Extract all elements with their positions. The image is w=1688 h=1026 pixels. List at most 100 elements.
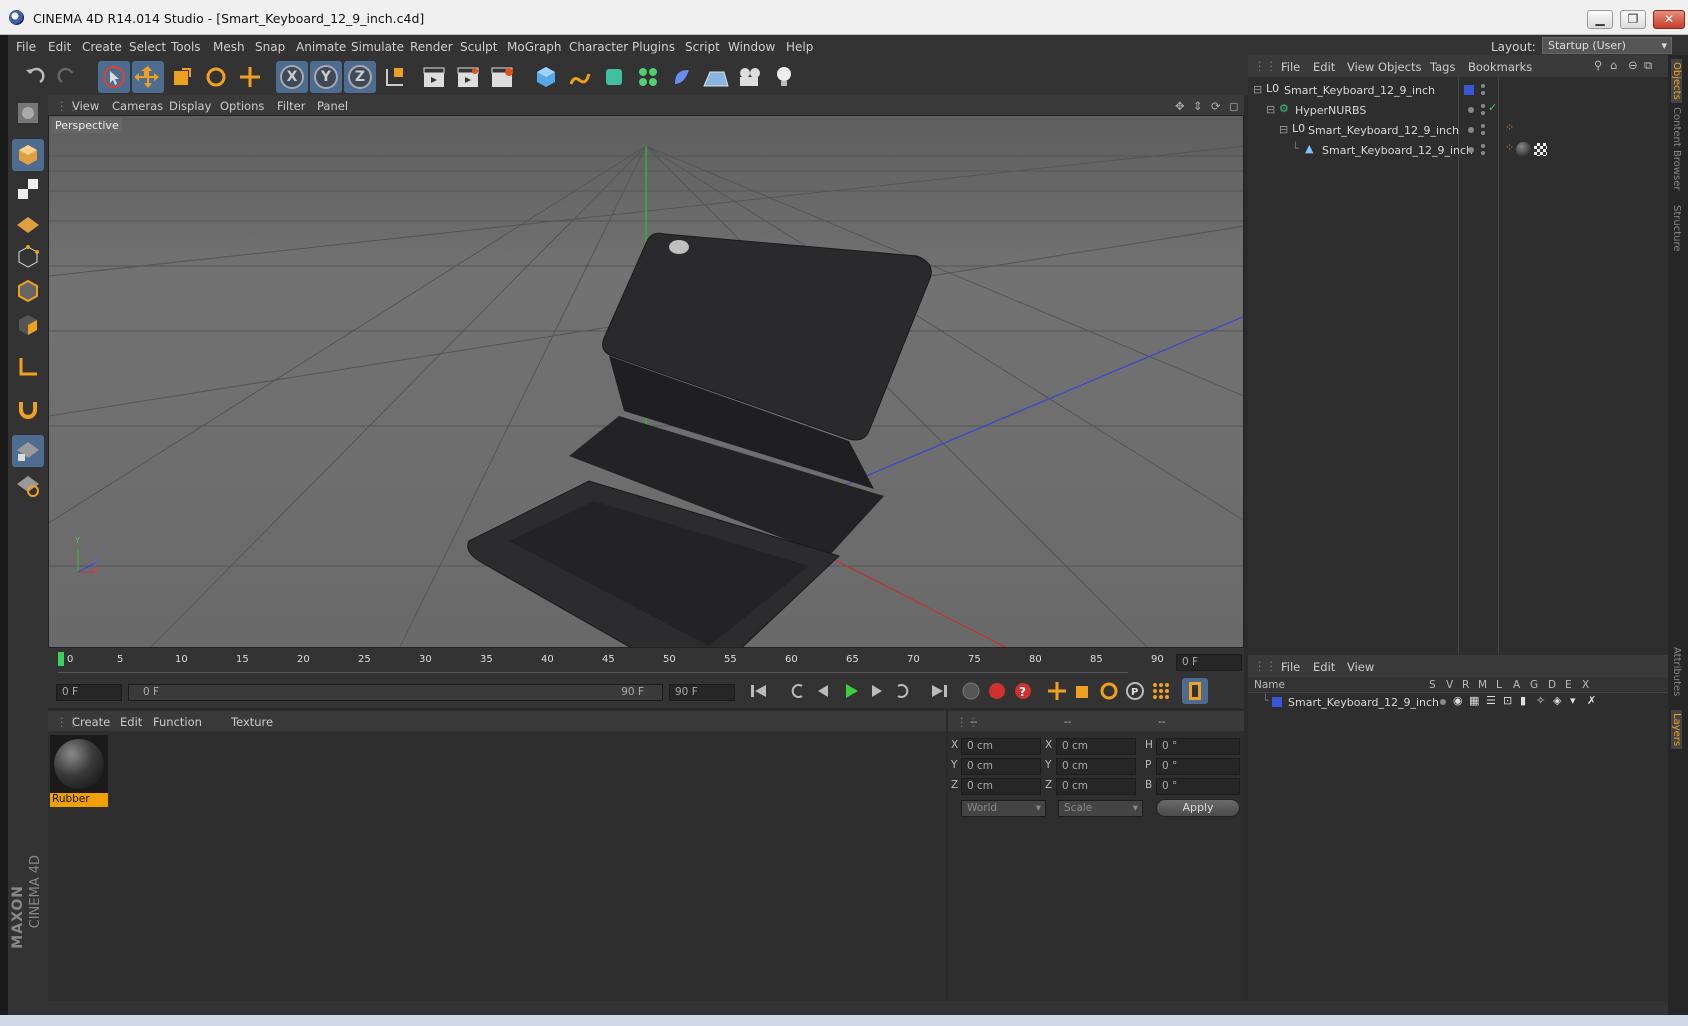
layer-menu-edit[interactable]: Edit (1313, 660, 1335, 674)
record-keys-button[interactable] (958, 678, 984, 704)
point-level-key-button[interactable] (1148, 678, 1174, 704)
x-axis-lock[interactable]: X (276, 61, 308, 93)
timeline-window-button[interactable] (1182, 678, 1208, 704)
object-row[interactable]: ⊟ L0 Smart_Keyboard_12_9_inch (1248, 81, 1668, 99)
go-to-end-button[interactable] (926, 678, 952, 704)
planar-workplane-button[interactable] (12, 469, 44, 501)
size-z-field[interactable]: 0 cm (1056, 778, 1136, 795)
material-menu-edit[interactable]: Edit (120, 715, 142, 729)
solo-toggle[interactable] (1440, 699, 1446, 705)
add-mograph-button[interactable] (632, 61, 664, 93)
size-y-field[interactable]: 0 cm (1056, 758, 1136, 775)
next-key-button[interactable] (890, 678, 916, 704)
render-view-button[interactable] (418, 61, 450, 93)
scale-key-button[interactable] (1070, 678, 1096, 704)
render-visibility-dot[interactable] (1481, 91, 1485, 95)
layout-dropdown[interactable]: Startup (User) ▾ (1542, 37, 1672, 54)
rotation-p-field[interactable]: 0 ° (1156, 758, 1240, 775)
undo-button[interactable] (18, 61, 50, 93)
collapse-icon[interactable]: ⊖ (1628, 58, 1638, 72)
position-y-field[interactable]: 0 cm (961, 758, 1041, 775)
animation-icon[interactable]: ▮ (1520, 694, 1526, 707)
previous-frame-button[interactable] (810, 678, 836, 704)
collapse-toggle-icon[interactable]: ⊟ (1279, 123, 1288, 136)
phong-tag-icon[interactable]: ⁘ (1505, 121, 1514, 134)
lock-icon[interactable]: ⊡ (1503, 694, 1512, 707)
editor-visibility-dot[interactable] (1481, 124, 1485, 128)
new-window-icon[interactable]: ⧉ (1644, 58, 1652, 73)
render-picture-viewer-button[interactable] (452, 61, 484, 93)
rotation-h-field[interactable]: 0 ° (1156, 738, 1240, 755)
render-icon[interactable]: ▦ (1469, 694, 1479, 707)
collapse-toggle-icon[interactable]: ⊟ (1253, 83, 1262, 96)
render-settings-button[interactable] (486, 61, 518, 93)
editor-visibility-dot[interactable] (1481, 144, 1485, 148)
object-menu-view[interactable]: View (1347, 60, 1374, 74)
model-mode-button[interactable] (12, 139, 44, 171)
play-button[interactable] (838, 678, 864, 704)
material-menu-texture[interactable]: Texture (231, 715, 273, 729)
editor-visibility-dot[interactable] (1481, 84, 1485, 88)
add-spline-button[interactable] (564, 61, 596, 93)
size-x-field[interactable]: 0 cm (1056, 738, 1136, 755)
menu-mograph[interactable]: MoGraph (507, 40, 562, 54)
live-selection-tool[interactable] (98, 61, 130, 93)
menu-select[interactable]: Select (129, 40, 166, 54)
menu-animate[interactable]: Animate (296, 40, 346, 54)
object-row[interactable]: ⊟ ⚙ HyperNURBS ✓ (1248, 101, 1668, 119)
texture-mode-button[interactable] (12, 173, 44, 205)
add-nurbs-button[interactable] (598, 61, 630, 93)
home-icon[interactable]: ⌂ (1610, 58, 1617, 72)
redo-button[interactable] (52, 61, 84, 93)
menu-plugins[interactable]: Plugins (632, 40, 675, 54)
object-row[interactable]: ⊟ L0 Smart_Keyboard_12_9_inch ⁘ (1248, 121, 1668, 139)
tab-content-browser[interactable]: Content Browser (1671, 107, 1682, 190)
menu-sculpt[interactable]: Sculpt (460, 40, 497, 54)
menu-create[interactable]: Create (82, 40, 122, 54)
menu-help[interactable]: Help (786, 40, 813, 54)
playhead-marker[interactable] (58, 652, 64, 666)
keyframe-selection-button[interactable]: ? (1010, 678, 1036, 704)
viewport-rotate-icon[interactable]: ⟳ (1211, 99, 1221, 113)
position-x-field[interactable]: 0 cm (961, 738, 1041, 755)
3d-viewport[interactable]: Perspective Y Z X (48, 115, 1244, 648)
menu-tools[interactable]: Tools (171, 40, 201, 54)
menu-window[interactable]: Window (728, 40, 775, 54)
tab-layers[interactable]: Layers (1671, 710, 1682, 750)
layer-menu-file[interactable]: File (1281, 660, 1300, 674)
menu-mesh[interactable]: Mesh (213, 40, 245, 54)
material-menu-function[interactable]: Function (153, 715, 202, 729)
menu-snap[interactable]: Snap (255, 40, 285, 54)
close-button[interactable]: ✕ (1653, 10, 1685, 29)
editor-visibility-dot[interactable] (1481, 104, 1485, 108)
viewport-menu-view[interactable]: View (72, 99, 99, 113)
object-row[interactable]: └ ▲ Smart_Keyboard_12_9_inch ⁘ (1248, 141, 1668, 159)
make-editable-button[interactable] (12, 97, 44, 129)
render-visibility-dot[interactable] (1481, 111, 1485, 115)
render-visibility-dot[interactable] (1481, 131, 1485, 135)
tab-structure[interactable]: Structure (1671, 205, 1682, 252)
menu-file[interactable]: File (16, 40, 36, 54)
expression-icon[interactable]: ▾ (1570, 694, 1576, 707)
scale-tool[interactable] (166, 61, 198, 93)
enabled-check-icon[interactable]: ✓ (1488, 101, 1497, 114)
object-menu-edit[interactable]: Edit (1313, 60, 1335, 74)
tab-attributes[interactable]: Attributes (1671, 647, 1682, 696)
z-axis-lock[interactable]: Z (344, 61, 376, 93)
object-menu-tags[interactable]: Tags (1430, 60, 1455, 74)
restore-button[interactable]: ❐ (1620, 10, 1646, 29)
snap-button[interactable] (12, 393, 44, 425)
workplane-mode-button[interactable] (12, 207, 44, 239)
size-mode-select[interactable]: Scale ▾ (1058, 800, 1143, 817)
move-tool[interactable] (132, 61, 164, 93)
material-menu-create[interactable]: Create (72, 715, 110, 729)
tab-objects[interactable]: Objects (1671, 59, 1682, 103)
layer-color-swatch[interactable] (1272, 697, 1282, 707)
autokey-button[interactable] (984, 678, 1010, 704)
menu-script[interactable]: Script (685, 40, 720, 54)
layer-menu-view[interactable]: View (1347, 660, 1374, 674)
uvw-tag-icon[interactable] (1534, 143, 1547, 156)
rotate-tool[interactable] (200, 61, 232, 93)
menu-render[interactable]: Render (410, 40, 453, 54)
object-menu-bookmarks[interactable]: Bookmarks (1468, 60, 1532, 74)
